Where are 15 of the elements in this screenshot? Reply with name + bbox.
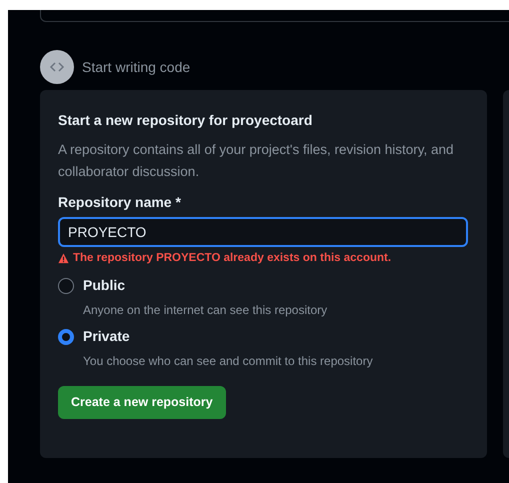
error-message: The repository PROYECTO already exists on this account. (73, 251, 392, 266)
step-title: Start writing code (82, 58, 190, 77)
warning-icon (58, 253, 69, 264)
create-repository-button[interactable]: Create a new repository (58, 386, 226, 420)
option-description: You choose who can see and commit to this repository (83, 353, 374, 370)
card-description: A repository contains all of your project's files, revision history, and collaborator discussion. (58, 141, 455, 181)
option-description: Anyone on the internet can see this repository (83, 302, 328, 320)
repository-name-input[interactable]: PROYECTO (58, 217, 468, 247)
radio-button[interactable] (58, 328, 74, 345)
card-title: Start a new repository for proyectoard (58, 111, 314, 130)
radio-button[interactable] (58, 278, 74, 294)
option-label: Public (83, 276, 126, 296)
field-label: Repository name * (58, 193, 182, 212)
code-icon (40, 50, 74, 84)
option-label: Private (83, 327, 130, 346)
